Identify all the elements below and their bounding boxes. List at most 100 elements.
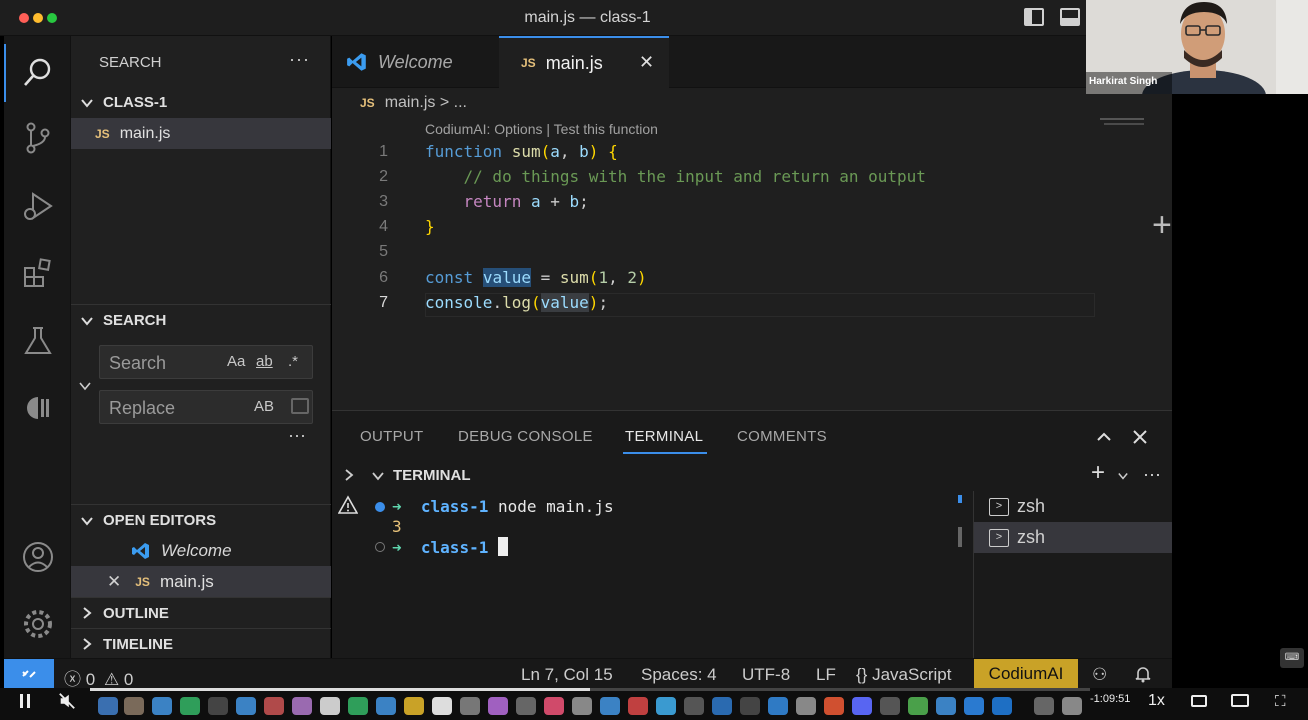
presenter-name: Harkirat Singh — [1089, 76, 1158, 87]
problems-indicator[interactable]: ⓧ 0 ⚠ 0 — [64, 665, 133, 690]
search-icon[interactable] — [4, 47, 71, 97]
tab-debug-console[interactable]: DEBUG CONSOLE — [458, 428, 593, 445]
terminal-instance-active[interactable]: > zsh — [974, 522, 1173, 553]
run-debug-icon[interactable] — [4, 181, 71, 231]
terminal-dir: class-1 — [420, 538, 489, 557]
tab-terminal[interactable]: TERMINAL — [625, 428, 703, 445]
chevron-right-icon[interactable] — [343, 469, 355, 481]
tab-output[interactable]: OUTPUT — [360, 428, 423, 445]
captions-icon[interactable] — [1191, 695, 1207, 707]
playback-speed[interactable]: 1x — [1148, 692, 1165, 710]
dock-app-icon — [208, 697, 228, 715]
open-editors-header[interactable]: OPEN EDITORS — [71, 505, 331, 536]
tab-welcome[interactable]: Welcome — [332, 36, 498, 88]
dock-app-icon — [712, 697, 732, 715]
dock-app-icon — [600, 697, 620, 715]
notifications-bell-icon[interactable] — [1134, 665, 1152, 683]
timeline-header[interactable]: TIMELINE — [71, 628, 331, 659]
codium-icon[interactable] — [4, 383, 71, 433]
chevron-down-icon — [81, 98, 93, 108]
dock-app-icon — [236, 697, 256, 715]
code-line-7: console.log(value); — [425, 293, 609, 312]
breadcrumb[interactable]: JS main.js > ... — [360, 94, 467, 112]
progress-track[interactable] — [90, 688, 1090, 691]
terminal-scrollbar[interactable] — [958, 495, 962, 503]
dock-app-icon — [1034, 697, 1054, 715]
remote-indicator[interactable] — [4, 659, 54, 689]
close-panel-icon[interactable] — [1133, 430, 1147, 444]
tab-main-js[interactable]: JS main.js ✕ — [499, 36, 669, 88]
cursor-position[interactable]: Ln 7, Col 15 — [521, 665, 613, 685]
command-status-dot-empty — [375, 542, 385, 552]
fullscreen-icon[interactable]: ⛶ — [1275, 693, 1286, 710]
toggle-sidebar-icon[interactable] — [1024, 8, 1044, 26]
breadcrumb-rest[interactable]: > ... — [440, 94, 467, 111]
chevron-down-icon[interactable] — [372, 470, 384, 482]
outline-header[interactable]: OUTLINE — [71, 597, 331, 628]
toggle-panel-icon[interactable] — [1060, 8, 1080, 26]
terminal-icon: > — [989, 528, 1009, 547]
mute-icon[interactable] — [58, 692, 76, 710]
screen-share-icon[interactable]: ⌨ — [1280, 648, 1304, 668]
chevron-down-icon[interactable] — [1118, 471, 1128, 481]
tab-comments[interactable]: COMMENTS — [737, 428, 827, 445]
pause-icon[interactable] — [20, 694, 30, 708]
new-terminal-icon[interactable]: + — [1091, 459, 1105, 487]
dock-app-icon — [544, 697, 564, 715]
match-case-toggle[interactable]: Aa — [227, 353, 245, 370]
warning-count: 0 — [123, 670, 134, 689]
encoding[interactable]: UTF-8 — [742, 665, 790, 685]
tab-label: Welcome — [378, 51, 453, 72]
search-details-icon[interactable]: ··· — [288, 425, 306, 446]
match-word-toggle[interactable]: ab — [256, 353, 273, 370]
toggle-replace-icon[interactable] — [79, 380, 91, 392]
dock-app-icon — [796, 697, 816, 715]
replace-input[interactable]: Replace AB — [99, 390, 313, 424]
video-player-bar: -1:09:51 1x ⛶ — [0, 688, 1308, 720]
close-editor-icon[interactable]: ✕ — [107, 572, 121, 592]
progress-fill — [90, 688, 590, 691]
folder-header[interactable]: CLASS-1 — [71, 87, 331, 118]
search-input[interactable]: Search Aa ab .* — [99, 345, 313, 379]
language-label: JavaScript — [872, 665, 952, 684]
open-editor-welcome[interactable]: Welcome — [71, 535, 331, 566]
remote-icon — [22, 670, 36, 678]
account-icon[interactable] — [4, 532, 71, 582]
testing-icon[interactable] — [4, 316, 71, 366]
vscode-logo-icon — [132, 542, 149, 559]
dock-app-icon — [516, 697, 536, 715]
more-actions-icon[interactable]: ··· — [1143, 464, 1161, 485]
codium-status[interactable]: CodiumAI — [974, 659, 1078, 689]
open-editor-main-js[interactable]: ✕ JS main.js — [71, 566, 331, 597]
source-control-icon[interactable] — [4, 113, 71, 163]
close-tab-icon[interactable]: ✕ — [639, 52, 654, 73]
minimap[interactable] — [1100, 118, 1150, 130]
code-editor[interactable]: JS main.js > ... CodiumAI: Options | Test… — [332, 88, 1172, 410]
dock-app-icon — [684, 697, 704, 715]
file-item-main-js[interactable]: JS main.js — [71, 118, 331, 149]
indentation[interactable]: Spaces: 4 — [641, 665, 717, 685]
add-icon[interactable]: + — [1152, 206, 1172, 245]
language-mode[interactable]: {} JavaScript — [856, 665, 951, 685]
settings-gear-icon[interactable] — [4, 599, 71, 649]
maximize-panel-icon[interactable] — [1097, 430, 1111, 444]
extensions-icon[interactable] — [4, 248, 71, 298]
dock-app-icon — [320, 697, 340, 715]
breadcrumb-file[interactable]: main.js — [385, 94, 436, 111]
terminal-scrollbar-thumb[interactable] — [958, 527, 962, 547]
regex-toggle[interactable]: .* — [288, 353, 298, 370]
picture-in-picture-icon[interactable] — [1231, 694, 1249, 707]
line-number: 1 — [379, 143, 388, 160]
feedback-icon[interactable]: ⚇ — [1092, 665, 1107, 685]
replace-all-icon[interactable] — [291, 398, 309, 414]
dock-app-icon — [264, 697, 284, 715]
more-actions-icon[interactable]: ··· — [289, 49, 310, 70]
search-section-header[interactable]: SEARCH — [71, 305, 331, 336]
error-icon: ⓧ — [64, 670, 81, 689]
codelens[interactable]: CodiumAI: Options | Test this function — [425, 121, 658, 137]
dock-app-icon — [880, 697, 900, 715]
preserve-case-toggle[interactable]: AB — [254, 398, 274, 415]
line-ending[interactable]: LF — [816, 665, 836, 685]
terminal-line-2: ➜ class-1 — [392, 537, 508, 557]
terminal-instance[interactable]: > zsh — [974, 491, 1173, 522]
